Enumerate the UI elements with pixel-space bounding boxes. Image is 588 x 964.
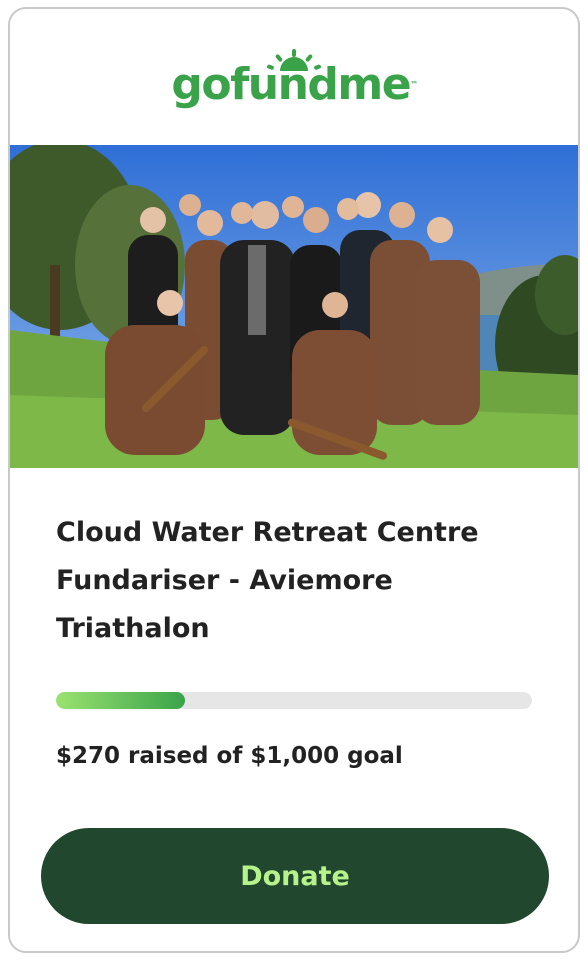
raised-amount: $270 raised of $1,000 goal [56,743,403,769]
logo-wordmark: gofundme™ [171,59,418,110]
donate-button[interactable]: Donate [41,828,549,924]
campaign-title[interactable]: Cloud Water Retreat Centre Fundariser - … [56,509,536,653]
fundraiser-card: gofundme™ Cloud Water Retreat Centre Fun… [8,7,580,953]
progress-bar [56,692,532,709]
gofundme-logo[interactable]: gofundme™ [171,49,418,110]
group-photo-image [10,145,578,468]
campaign-photo[interactable] [10,145,578,468]
card-header: gofundme™ [10,9,578,145]
progress-fill [56,692,185,709]
campaign-details: Cloud Water Retreat Centre Fundariser - … [56,509,536,653]
